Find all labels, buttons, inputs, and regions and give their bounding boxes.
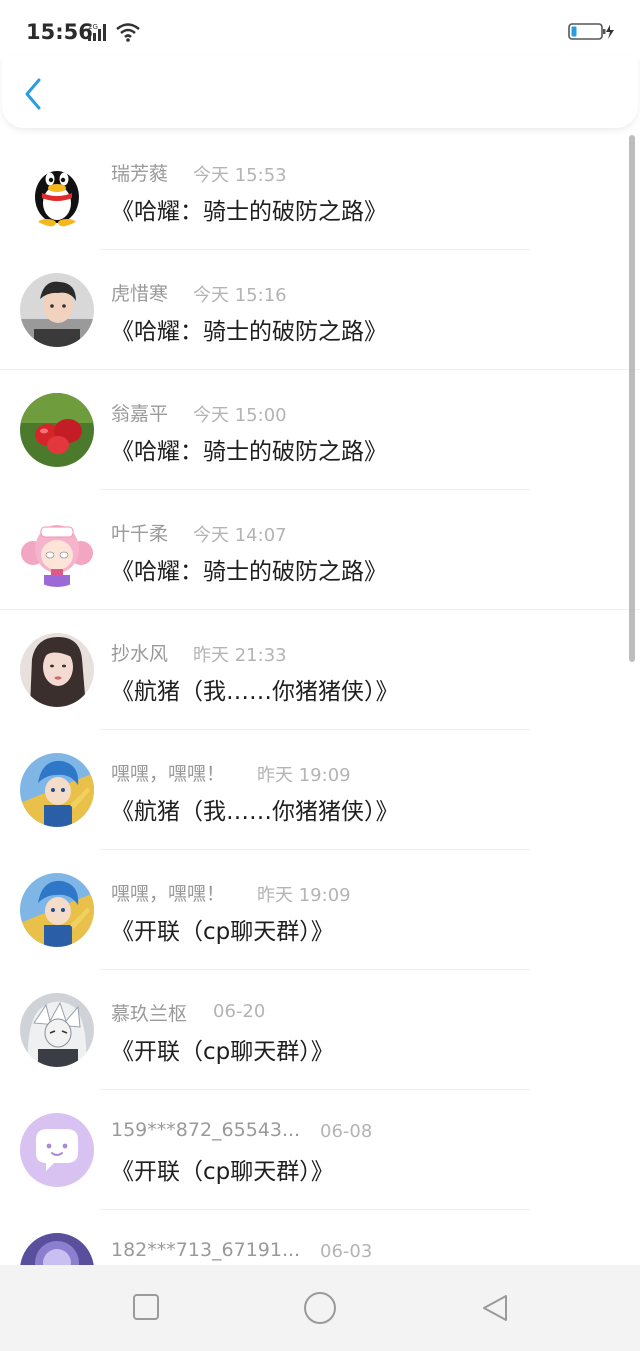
message-preview: 《开联（cp聊天群）》 xyxy=(111,1039,334,1065)
status-time: 15:56 xyxy=(26,20,93,44)
message-preview: 《开联（cp聊天群）》 xyxy=(111,919,334,945)
message-time: 06-03 xyxy=(320,1241,373,1262)
message-time: 06-08 xyxy=(320,1121,373,1142)
conversation-row[interactable]: 瑞芳蕤 今天 15:53 《哈耀：骑士的破防之路》 xyxy=(0,130,640,250)
message-time: 昨天 19:09 xyxy=(257,765,351,786)
message-time: 06-20 xyxy=(213,1001,266,1022)
conversation-row[interactable]: 翁嘉平 今天 15:00 《哈耀：骑士的破防之路》 xyxy=(0,370,640,490)
message-time: 今天 14:07 xyxy=(193,525,287,546)
qq-penguin-icon xyxy=(20,153,94,227)
header-bar xyxy=(2,56,638,128)
message-preview: 《航猪（我……你猪猪侠）》 xyxy=(111,679,399,705)
triangle-back-icon[interactable] xyxy=(480,1293,510,1323)
contact-name: 嘿嘿，嘿嘿！ xyxy=(111,883,226,905)
message-time: 今天 15:00 xyxy=(193,405,287,426)
back-icon[interactable] xyxy=(22,76,46,112)
conversation-row[interactable]: 慕玖兰枢 06-20 《开联（cp聊天群）》 xyxy=(0,970,640,1090)
conversation-row[interactable]: 嘿嘿，嘿嘿！ 昨天 19:09 《开联（cp聊天群）》 xyxy=(0,850,640,970)
girl-photo xyxy=(20,633,94,707)
conversation-row[interactable]: 叶千柔 今天 14:07 《哈耀：骑士的破防之路》 xyxy=(0,490,640,610)
message-preview: 《航猪（我……你猪猪侠）》 xyxy=(111,799,399,825)
signal-icon: 2G xyxy=(88,23,106,41)
message-time: 今天 15:53 xyxy=(193,165,287,186)
wifi-icon xyxy=(116,23,140,42)
battery-charging-icon xyxy=(568,23,614,40)
message-preview: 《哈耀：骑士的破防之路》 xyxy=(111,559,387,585)
red-fruit-photo xyxy=(20,393,94,467)
message-preview: 《开联（cp聊天群）》 xyxy=(111,1159,334,1185)
message-time: 今天 15:16 xyxy=(193,285,287,306)
contact-name: 瑞芳蕤 xyxy=(111,163,169,185)
message-time: 昨天 19:09 xyxy=(257,885,351,906)
purple-character xyxy=(20,1233,94,1265)
conversation-list: 瑞芳蕤 今天 15:53 《哈耀：骑士的破防之路》 虎惜寒 今天 15:16 《… xyxy=(0,130,640,1265)
contact-name: 182***713_67191... xyxy=(111,1239,301,1261)
scrollbar[interactable] xyxy=(629,135,635,662)
circle-icon[interactable] xyxy=(303,1291,337,1325)
boy-photo xyxy=(20,273,94,347)
white-hair-anime xyxy=(20,993,94,1067)
message-preview: 《哈耀：骑士的破防之路》 xyxy=(111,319,387,345)
system-nav-bar xyxy=(0,1265,640,1351)
contact-name: 叶千柔 xyxy=(111,523,169,545)
message-time: 昨天 21:33 xyxy=(193,645,287,666)
conversation-row[interactable]: 嘿嘿，嘿嘿！ 昨天 19:09 《航猪（我……你猪猪侠）》 xyxy=(0,730,640,850)
contact-name: 抄水风 xyxy=(111,643,169,665)
contact-name: 慕玖兰枢 xyxy=(111,1003,188,1025)
status-bar: 15:56 2G xyxy=(0,0,640,64)
chat-bubble-icon xyxy=(20,1113,94,1187)
blue-hair-character xyxy=(20,753,94,827)
network-type: 2G xyxy=(88,23,98,31)
contact-name: 翁嘉平 xyxy=(111,403,169,425)
contact-name: 159***872_65543... xyxy=(111,1119,301,1141)
contact-name: 虎惜寒 xyxy=(111,283,169,305)
contact-name: 嘿嘿，嘿嘿！ xyxy=(111,763,226,785)
blue-hair-character xyxy=(20,873,94,947)
pink-anime-girl xyxy=(20,513,94,587)
message-preview: 《哈耀：骑士的破防之路》 xyxy=(111,199,387,225)
conversation-row[interactable]: 182***713_67191... 06-03 xyxy=(0,1210,640,1265)
conversation-row[interactable]: 虎惜寒 今天 15:16 《哈耀：骑士的破防之路》 xyxy=(0,250,640,370)
conversation-row[interactable]: 159***872_65543... 06-08 《开联（cp聊天群）》 xyxy=(0,1090,640,1210)
conversation-row[interactable]: 抄水风 昨天 21:33 《航猪（我……你猪猪侠）》 xyxy=(0,610,640,730)
message-preview: 《哈耀：骑士的破防之路》 xyxy=(111,439,387,465)
square-icon[interactable] xyxy=(132,1293,160,1321)
